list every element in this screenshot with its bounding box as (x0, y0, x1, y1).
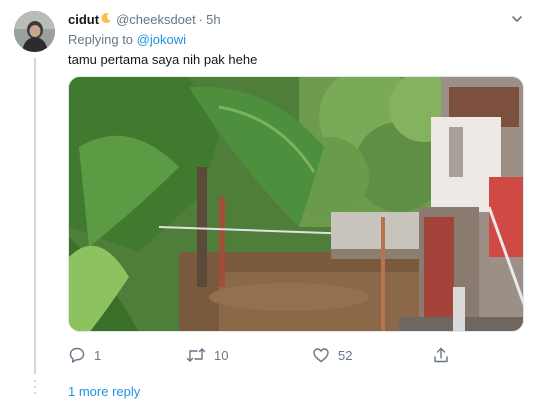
replying-to-mention[interactable]: @jokowi (137, 32, 186, 47)
replying-prefix: Replying to (68, 32, 137, 47)
share-button[interactable] (432, 346, 450, 364)
tweet-header: cidut @cheeksdoet · 5h (68, 12, 221, 27)
thread-line (34, 58, 36, 374)
show-more-replies-link[interactable]: 1 more reply (68, 384, 140, 399)
reply-count: 1 (94, 347, 102, 363)
crescent-moon-icon (100, 12, 112, 27)
separator-dot: · (198, 12, 204, 27)
tweet-text: tamu pertama saya nih pak hehe (68, 52, 258, 67)
avatar[interactable] (14, 11, 55, 52)
reply-icon (68, 346, 86, 364)
retweet-icon (186, 346, 206, 364)
like-count: 52 (338, 347, 353, 363)
like-button[interactable]: 52 (312, 346, 352, 364)
chevron-down-icon[interactable] (510, 12, 524, 26)
timestamp[interactable]: 5h (206, 12, 220, 27)
tweet-photo[interactable] (68, 76, 524, 332)
thread-continuation-dots (33, 380, 37, 402)
tweet-actions: 1 10 52 (68, 346, 524, 366)
share-icon (432, 346, 450, 364)
reply-button[interactable]: 1 (68, 346, 101, 364)
retweet-button[interactable]: 10 (186, 346, 228, 364)
user-handle[interactable]: @cheeksdoet (116, 12, 196, 27)
like-icon (312, 346, 330, 364)
replying-to-line: Replying to @jokowi (68, 32, 186, 47)
retweet-count: 10 (214, 347, 229, 363)
display-name[interactable]: cidut (68, 12, 99, 27)
tweet-card[interactable]: cidut @cheeksdoet · 5h Replying to @joko… (0, 0, 537, 404)
